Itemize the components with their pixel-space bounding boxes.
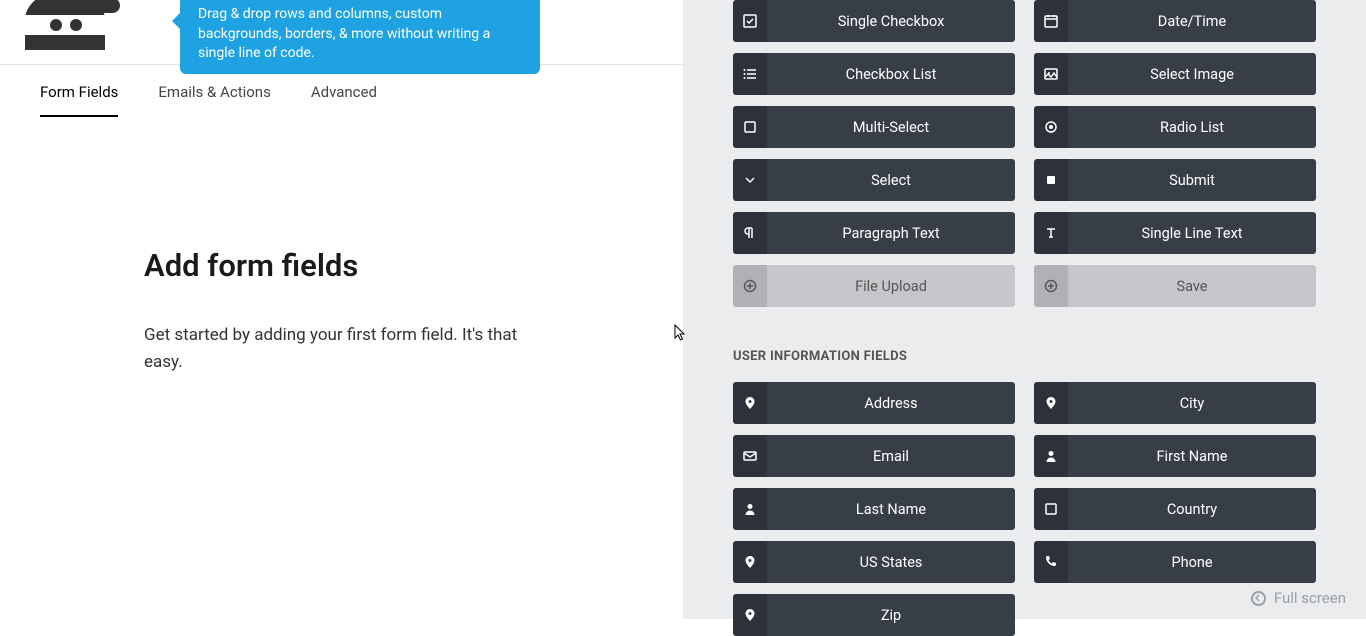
field-select-image[interactable]: Select Image	[1034, 53, 1316, 95]
user-field-phone[interactable]: Phone	[1034, 541, 1316, 583]
user-field-zip[interactable]: Zip	[733, 594, 1015, 636]
text-cursor-icon	[1034, 212, 1068, 254]
field-label: Date/Time	[1068, 0, 1316, 42]
radio-icon	[1034, 106, 1068, 148]
user-icon	[1034, 435, 1068, 477]
plus-circle-icon	[733, 265, 767, 307]
field-label: First Name	[1068, 435, 1316, 477]
calendar-icon	[1034, 0, 1068, 42]
field-radio-list[interactable]: Radio List	[1034, 106, 1316, 148]
field-label: City	[1068, 382, 1316, 424]
field-label: Submit	[1068, 159, 1316, 201]
full-screen-label: Full screen	[1274, 589, 1346, 607]
field-label: Single Line Text	[1068, 212, 1316, 254]
field-single-checkbox[interactable]: Single Checkbox	[733, 0, 1015, 42]
square-icon	[1034, 488, 1068, 530]
field-label: Multi-Select	[767, 106, 1015, 148]
field-label: Address	[767, 382, 1015, 424]
field-label: Select	[767, 159, 1015, 201]
square-icon	[733, 106, 767, 148]
field-multi-select[interactable]: Multi-Select	[733, 106, 1015, 148]
field-submit[interactable]: Submit	[1034, 159, 1316, 201]
field-label: Zip	[767, 594, 1015, 636]
field-select[interactable]: Select	[733, 159, 1015, 201]
field-label: Paragraph Text	[767, 212, 1015, 254]
page-title: Add form fields	[144, 247, 540, 284]
field-single-line-text[interactable]: Single Line Text	[1034, 212, 1316, 254]
arrow-left-circle-icon	[1251, 591, 1266, 606]
map-pin-icon	[733, 382, 767, 424]
field-label: Select Image	[1068, 53, 1316, 95]
field-label: File Upload	[767, 265, 1015, 307]
field-checkbox-list[interactable]: Checkbox List	[733, 53, 1015, 95]
user-icon	[733, 488, 767, 530]
field-label: Phone	[1068, 541, 1316, 583]
user-fields-grid: Address City Email First Name Last Name Count…	[733, 382, 1316, 636]
field-file-upload: File Upload	[733, 265, 1015, 307]
envelope-icon	[733, 435, 767, 477]
user-field-first-name[interactable]: First Name	[1034, 435, 1316, 477]
check-square-icon	[733, 0, 767, 42]
tooltip-bubble: Drag & drop rows and columns, custom bac…	[180, 0, 540, 74]
user-field-email[interactable]: Email	[733, 435, 1015, 477]
left-panel: Form Fields Emails & Actions Advanced Ad…	[0, 65, 683, 619]
page-subtitle: Get started by adding your first form fi…	[144, 322, 540, 376]
field-label: Save	[1068, 265, 1316, 307]
user-field-us-states[interactable]: US States	[733, 541, 1015, 583]
tab-advanced[interactable]: Advanced	[311, 83, 377, 117]
full-screen-button[interactable]: Full screen	[1251, 589, 1346, 607]
field-label: Last Name	[767, 488, 1015, 530]
right-panel: Single Checkbox Date/Time Checkbox List Sel…	[683, 0, 1366, 619]
image-icon	[1034, 53, 1068, 95]
field-label: Radio List	[1068, 106, 1316, 148]
map-pin-icon	[1034, 382, 1068, 424]
user-field-address[interactable]: Address	[733, 382, 1015, 424]
user-field-country[interactable]: Country	[1034, 488, 1316, 530]
field-label: Single Checkbox	[767, 0, 1015, 42]
field-label: Checkbox List	[767, 53, 1015, 95]
form-content: Add form fields Get started by adding yo…	[0, 117, 580, 376]
field-label: Email	[767, 435, 1015, 477]
paragraph-icon	[733, 212, 767, 254]
phone-icon	[1034, 541, 1068, 583]
square-filled-icon	[1034, 159, 1068, 201]
map-pin-icon	[733, 541, 767, 583]
tab-emails-actions[interactable]: Emails & Actions	[158, 83, 270, 117]
ninja-logo	[15, 0, 125, 65]
chevron-down-icon	[733, 159, 767, 201]
field-save: Save	[1034, 265, 1316, 307]
field-label: US States	[767, 541, 1015, 583]
common-fields-grid: Single Checkbox Date/Time Checkbox List Sel…	[733, 0, 1316, 307]
field-label: Country	[1068, 488, 1316, 530]
user-info-heading: USER INFORMATION FIELDS	[733, 349, 1316, 364]
list-icon	[733, 53, 767, 95]
tab-form-fields[interactable]: Form Fields	[40, 83, 118, 117]
field-date-time[interactable]: Date/Time	[1034, 0, 1316, 42]
user-field-last-name[interactable]: Last Name	[733, 488, 1015, 530]
plus-circle-icon	[1034, 265, 1068, 307]
user-field-city[interactable]: City	[1034, 382, 1316, 424]
map-pin-icon	[733, 594, 767, 636]
field-paragraph-text[interactable]: Paragraph Text	[733, 212, 1015, 254]
